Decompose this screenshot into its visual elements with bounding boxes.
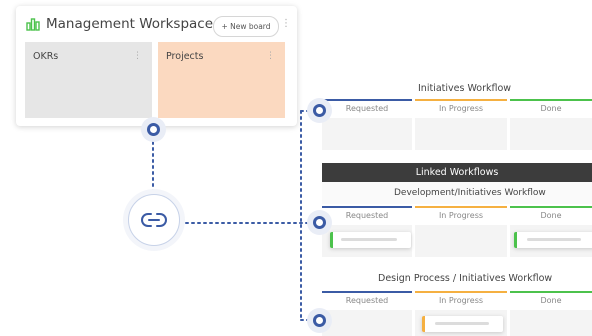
column-cell: [415, 118, 507, 150]
board-label: OKRs: [33, 51, 59, 62]
board-label: Projects: [166, 51, 204, 62]
column-header-in-progress: In Progress: [438, 211, 484, 220]
column-cell: [510, 310, 592, 336]
card-placeholder-bar: [527, 238, 581, 241]
initiatives-workflow-title: Initiatives Workflow: [418, 83, 512, 94]
board-menu-icon[interactable]: ⋮: [266, 51, 275, 61]
requested-stripe: [322, 99, 412, 101]
design-connector-node[interactable]: [313, 314, 326, 327]
task-card[interactable]: [422, 316, 503, 332]
done-stripe: [510, 206, 592, 208]
task-card[interactable]: [514, 232, 592, 248]
link-hub[interactable]: [128, 194, 180, 246]
link-icon: [141, 213, 167, 227]
column-cell: [322, 310, 412, 336]
done-stripe: [510, 291, 592, 293]
initiatives-connector-node[interactable]: [313, 104, 326, 117]
development-connector-node[interactable]: [313, 216, 326, 229]
workspace-title: Management Workspace: [46, 16, 214, 32]
column-header-requested: Requested: [345, 104, 389, 113]
board-menu-icon[interactable]: ⋮: [133, 51, 142, 61]
card-placeholder-bar: [435, 322, 489, 325]
new-board-button[interactable]: + New board: [213, 16, 279, 37]
development-workflow-title: Development/Initiatives Workflow: [394, 188, 546, 198]
done-stripe: [510, 99, 592, 101]
in-progress-stripe: [415, 99, 507, 101]
workspace-menu-icon[interactable]: ⋮: [281, 17, 291, 31]
column-header-requested: Requested: [345, 296, 389, 305]
in-progress-stripe: [415, 291, 507, 293]
column-cell: [510, 118, 592, 150]
workspace-card: Management Workspace + New board ⋮ OKRs …: [16, 6, 297, 126]
column-cell: [322, 118, 412, 150]
column-header-done: Done: [540, 296, 562, 305]
linked-workflows-banner: Linked Workflows: [322, 163, 592, 182]
column-header-done: Done: [540, 211, 562, 220]
in-progress-stripe: [415, 206, 507, 208]
design-workflow-title: Design Process / Initiatives Workflow: [378, 273, 553, 284]
board-okrs[interactable]: OKRs ⋮: [25, 42, 152, 118]
column-header-requested: Requested: [345, 211, 389, 220]
task-card[interactable]: [330, 232, 411, 248]
column-cell: [415, 225, 507, 257]
card-placeholder-bar: [341, 238, 397, 241]
board-projects[interactable]: Projects ⋮: [158, 42, 285, 118]
workspace-connector-node[interactable]: [147, 123, 160, 136]
column-header-in-progress: In Progress: [438, 296, 484, 305]
chart-icon: [26, 18, 40, 31]
column-header-done: Done: [540, 104, 562, 113]
requested-stripe: [322, 291, 412, 293]
requested-stripe: [322, 206, 412, 208]
column-header-in-progress: In Progress: [438, 104, 484, 113]
